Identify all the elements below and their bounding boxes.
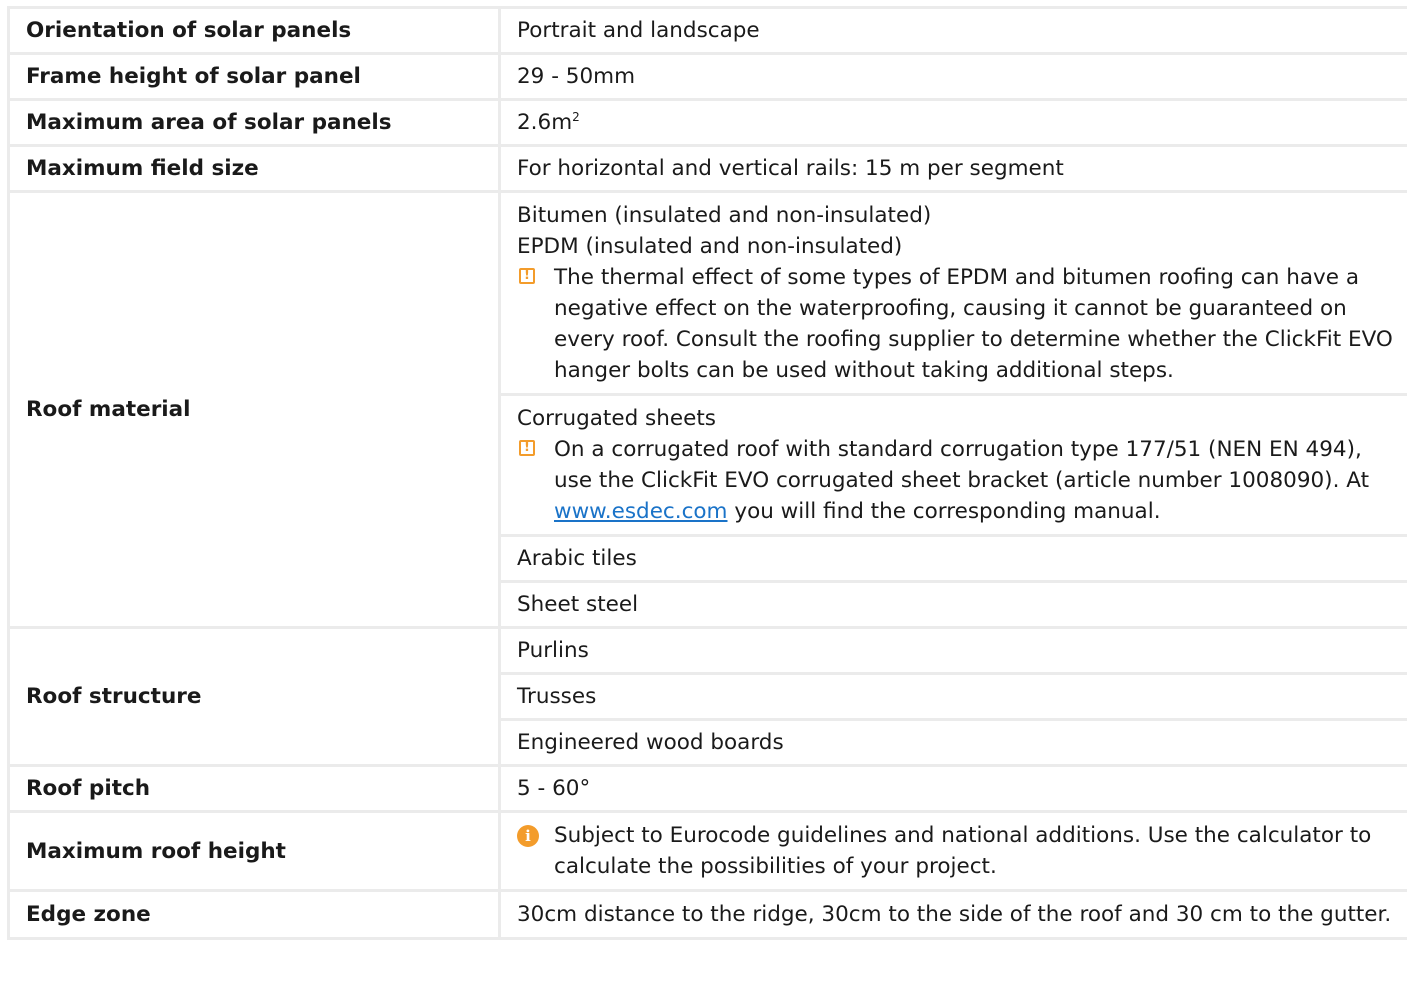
roof-material-bitumen-epdm: Bitumen (insulated and non-insulated) EP… xyxy=(498,190,1407,396)
esdec-link[interactable]: www.esdec.com xyxy=(554,499,728,524)
table-row-max-area: Maximum area of solar panels 2.6m2 xyxy=(7,98,1407,147)
row-value: 29 - 50mm xyxy=(498,52,1407,101)
roof-height-info: i Subject to Eurocode guidelines and nat… xyxy=(517,820,1393,882)
roof-structure-purlins: Purlins xyxy=(498,626,1407,675)
row-label: Frame height of solar panel xyxy=(7,52,501,101)
row-label: Edge zone xyxy=(7,889,501,940)
roof-structure-boards: Engineered wood boards xyxy=(498,718,1407,767)
row-label: Roof material xyxy=(7,190,501,629)
table-row-edge-zone: Edge zone 30cm distance to the ridge, 30… xyxy=(7,889,1407,940)
table-row-orientation: Orientation of solar panels Portrait and… xyxy=(7,6,1407,55)
epdm-text: EPDM (insulated and non-insulated) xyxy=(517,234,903,259)
row-label: Maximum field size xyxy=(7,144,501,193)
table-row-frame-height: Frame height of solar panel 29 - 50mm xyxy=(7,52,1407,101)
epdm-warning: ! The thermal effect of some types of EP… xyxy=(517,262,1393,386)
row-label: Roof pitch xyxy=(7,764,501,813)
roof-material-arabic: Arabic tiles xyxy=(498,534,1407,583)
row-label: Roof structure xyxy=(7,626,501,767)
row-label: Maximum area of solar panels xyxy=(7,98,501,147)
row-value: i Subject to Eurocode guidelines and nat… xyxy=(498,810,1407,892)
table-row-max-roof-height: Maximum roof height i Subject to Eurocod… xyxy=(7,810,1407,892)
row-value: 5 - 60° xyxy=(498,764,1407,813)
bitumen-text: Bitumen (insulated and non-insulated) xyxy=(517,203,932,228)
warning-square-icon: ! xyxy=(519,268,535,284)
warning-square-icon: ! xyxy=(519,440,535,456)
row-value: 2.6m2 xyxy=(498,98,1407,147)
roof-material-corrugated: Corrugated sheets ! On a corrugated roof… xyxy=(498,393,1407,537)
area-unit-superscript: 2 xyxy=(572,109,580,124)
table-row-max-field: Maximum field size For horizontal and ve… xyxy=(7,144,1407,193)
table-row-roof-material: Roof material Bitumen (insulated and non… xyxy=(7,190,1407,629)
table-row-roof-pitch: Roof pitch 5 - 60° xyxy=(7,764,1407,813)
area-value: 2.6m xyxy=(517,110,573,135)
corrugated-warning-text-b: you will find the corresponding manual. xyxy=(734,499,1161,524)
row-value: Portrait and landscape xyxy=(498,6,1407,55)
row-label: Orientation of solar panels xyxy=(7,6,501,55)
roof-material-sheet-steel: Sheet steel xyxy=(498,580,1407,629)
epdm-warning-text: The thermal effect of some types of EPDM… xyxy=(554,265,1393,383)
roof-height-info-text: Subject to Eurocode guidelines and natio… xyxy=(554,823,1372,879)
row-label: Maximum roof height xyxy=(7,810,501,892)
row-value: 30cm distance to the ridge, 30cm to the … xyxy=(498,889,1407,940)
corrugated-text: Corrugated sheets xyxy=(517,406,716,431)
info-circle-icon: i xyxy=(517,825,539,847)
corrugated-warning: ! On a corrugated roof with standard cor… xyxy=(517,434,1393,527)
corrugated-warning-text-a: On a corrugated roof with standard corru… xyxy=(554,437,1369,493)
specifications-table: Orientation of solar panels Portrait and… xyxy=(7,6,1407,940)
row-value: For horizontal and vertical rails: 15 m … xyxy=(498,144,1407,193)
roof-structure-trusses: Trusses xyxy=(498,672,1407,721)
table-row-roof-structure: Roof structure Purlins xyxy=(7,626,1407,767)
